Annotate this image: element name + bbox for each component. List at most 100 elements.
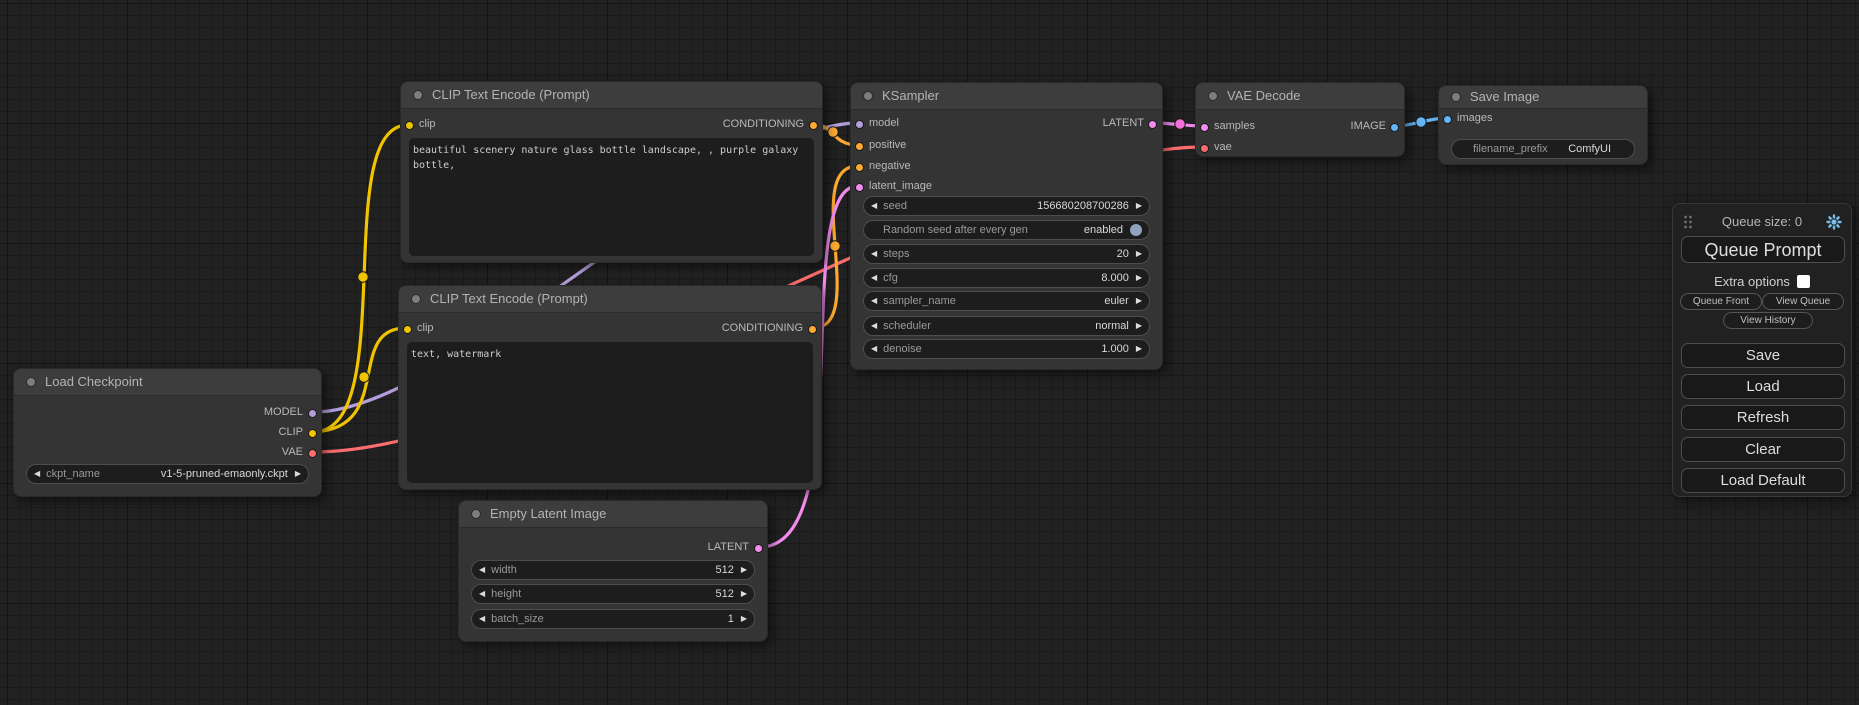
decrement-arrow-icon[interactable]: ◀	[34, 470, 40, 478]
toggle-icon[interactable]	[1130, 224, 1142, 236]
increment-arrow-icon[interactable]: ▶	[1136, 322, 1142, 330]
clip-input-slot[interactable]	[403, 325, 412, 334]
link-dot-conditioning-negative	[830, 241, 840, 251]
widget-value: 1	[728, 613, 734, 625]
link-dot-image	[1416, 117, 1426, 127]
collapse-dot-icon[interactable]	[411, 294, 421, 304]
slot-row: model LATENT	[851, 115, 1162, 133]
decrement-arrow-icon[interactable]: ◀	[871, 297, 877, 305]
negative-input-slot[interactable]	[855, 163, 864, 172]
node-title-bar[interactable]: Load Checkpoint	[14, 369, 321, 396]
node-vae-decode[interactable]: VAE Decode samples IMAGE vae	[1195, 82, 1405, 157]
prompt-textarea[interactable]: beautiful scenery nature glass bottle la…	[409, 138, 814, 256]
view-history-button[interactable]: View History	[1723, 312, 1813, 329]
conditioning-output-slot[interactable]	[808, 325, 817, 334]
clear-button[interactable]: Clear	[1681, 437, 1845, 462]
node-empty-latent-image[interactable]: Empty Latent Image LATENT ◀ width 512 ▶ …	[458, 500, 768, 642]
node-title: Empty Latent Image	[490, 506, 606, 521]
sampler-name-widget[interactable]: ◀ sampler_name euler ▶	[863, 291, 1150, 311]
widget-label: width	[491, 564, 517, 576]
decrement-arrow-icon[interactable]: ◀	[871, 202, 877, 210]
decrement-arrow-icon[interactable]: ◀	[871, 322, 877, 330]
output-label: VAE	[282, 446, 303, 458]
increment-arrow-icon[interactable]: ▶	[1136, 202, 1142, 210]
latent-output-slot[interactable]	[1148, 120, 1157, 129]
vae-input-slot[interactable]	[1200, 144, 1209, 153]
settings-gear-icon[interactable]	[1826, 214, 1842, 235]
prompt-textarea[interactable]: text, watermark	[407, 342, 813, 483]
ckpt-name-widget[interactable]: ◀ ckpt_name v1-5-pruned-emaonly.ckpt ▶	[26, 464, 309, 484]
seed-widget[interactable]: ◀ seed 156680208700286 ▶	[863, 196, 1150, 216]
decrement-arrow-icon[interactable]: ◀	[871, 345, 877, 353]
decrement-arrow-icon[interactable]: ◀	[871, 274, 877, 282]
positive-input-slot[interactable]	[855, 142, 864, 151]
batch-size-widget[interactable]: ◀ batch_size 1 ▶	[471, 609, 755, 629]
increment-arrow-icon[interactable]: ▶	[295, 470, 301, 478]
extra-options-checkbox[interactable]	[1797, 275, 1810, 288]
node-title-bar[interactable]: Save Image	[1439, 86, 1647, 109]
collapse-dot-icon[interactable]	[863, 91, 873, 101]
collapse-dot-icon[interactable]	[1208, 91, 1218, 101]
denoise-widget[interactable]: ◀ denoise 1.000 ▶	[863, 339, 1150, 359]
save-button[interactable]: Save	[1681, 343, 1845, 368]
collapse-dot-icon[interactable]	[26, 377, 36, 387]
queue-front-button[interactable]: Queue Front	[1680, 293, 1762, 310]
node-title-bar[interactable]: VAE Decode	[1196, 83, 1404, 110]
increment-arrow-icon[interactable]: ▶	[741, 566, 747, 574]
latent-image-input-slot[interactable]	[855, 183, 864, 192]
clip-output-slot[interactable]	[308, 429, 317, 438]
increment-arrow-icon[interactable]: ▶	[1136, 274, 1142, 282]
images-input-slot[interactable]	[1443, 115, 1452, 124]
node-title: Load Checkpoint	[45, 374, 143, 389]
node-save-image[interactable]: Save Image images filename_prefix ComfyU…	[1438, 85, 1648, 165]
height-widget[interactable]: ◀ height 512 ▶	[471, 584, 755, 604]
samples-input-slot[interactable]	[1200, 123, 1209, 132]
decrement-arrow-icon[interactable]: ◀	[871, 250, 877, 258]
latent-output-slot[interactable]	[754, 544, 763, 553]
load-default-button[interactable]: Load Default	[1681, 468, 1845, 493]
queue-menu-panel: Queue size: 0 Queue Prompt Extra options…	[1672, 203, 1852, 497]
collapse-dot-icon[interactable]	[471, 509, 481, 519]
conditioning-output-slot[interactable]	[809, 121, 818, 130]
model-input-slot[interactable]	[855, 120, 864, 129]
increment-arrow-icon[interactable]: ▶	[1136, 250, 1142, 258]
node-load-checkpoint[interactable]: Load Checkpoint MODEL CLIP VAE ◀ ckpt_na…	[13, 368, 322, 497]
node-clip-text-encode-positive[interactable]: CLIP Text Encode (Prompt) clip CONDITION…	[400, 81, 823, 263]
widget-value: 8.000	[1101, 272, 1129, 284]
queue-prompt-button[interactable]: Queue Prompt	[1681, 236, 1845, 263]
width-widget[interactable]: ◀ width 512 ▶	[471, 560, 755, 580]
clip-input-slot[interactable]	[405, 121, 414, 130]
decrement-arrow-icon[interactable]: ◀	[479, 566, 485, 574]
image-output-slot[interactable]	[1390, 123, 1399, 132]
decrement-arrow-icon[interactable]: ◀	[479, 590, 485, 598]
seed-control-widget[interactable]: Random seed after every gen enabled	[863, 220, 1150, 240]
collapse-dot-icon[interactable]	[413, 90, 423, 100]
input-label: negative	[869, 160, 911, 172]
node-title-bar[interactable]: Empty Latent Image	[459, 501, 767, 528]
increment-arrow-icon[interactable]: ▶	[741, 615, 747, 623]
view-queue-button[interactable]: View Queue	[1762, 293, 1844, 310]
cfg-widget[interactable]: ◀ cfg 8.000 ▶	[863, 268, 1150, 288]
widget-label: sampler_name	[883, 295, 956, 307]
node-title: CLIP Text Encode (Prompt)	[430, 291, 588, 306]
increment-arrow-icon[interactable]: ▶	[741, 590, 747, 598]
vae-output-slot[interactable]	[308, 449, 317, 458]
collapse-dot-icon[interactable]	[1451, 92, 1461, 102]
filename-prefix-widget[interactable]: filename_prefix ComfyUI	[1451, 139, 1635, 159]
node-clip-text-encode-negative[interactable]: CLIP Text Encode (Prompt) clip CONDITION…	[398, 285, 822, 490]
scheduler-widget[interactable]: ◀ scheduler normal ▶	[863, 316, 1150, 336]
steps-widget[interactable]: ◀ steps 20 ▶	[863, 244, 1150, 264]
node-title-bar[interactable]: CLIP Text Encode (Prompt)	[401, 82, 822, 109]
decrement-arrow-icon[interactable]: ◀	[479, 615, 485, 623]
node-graph-canvas[interactable]: Load Checkpoint MODEL CLIP VAE ◀ ckpt_na…	[0, 0, 1859, 705]
refresh-button[interactable]: Refresh	[1681, 405, 1845, 430]
model-output-slot[interactable]	[308, 409, 317, 418]
input-label: clip	[419, 118, 436, 130]
node-title-bar[interactable]: CLIP Text Encode (Prompt)	[399, 286, 821, 313]
increment-arrow-icon[interactable]: ▶	[1136, 297, 1142, 305]
node-ksampler[interactable]: KSampler model LATENT positive negative …	[850, 82, 1163, 370]
load-button[interactable]: Load	[1681, 374, 1845, 399]
node-title-bar[interactable]: KSampler	[851, 83, 1162, 110]
increment-arrow-icon[interactable]: ▶	[1136, 345, 1142, 353]
output-label: CONDITIONING	[722, 322, 803, 334]
